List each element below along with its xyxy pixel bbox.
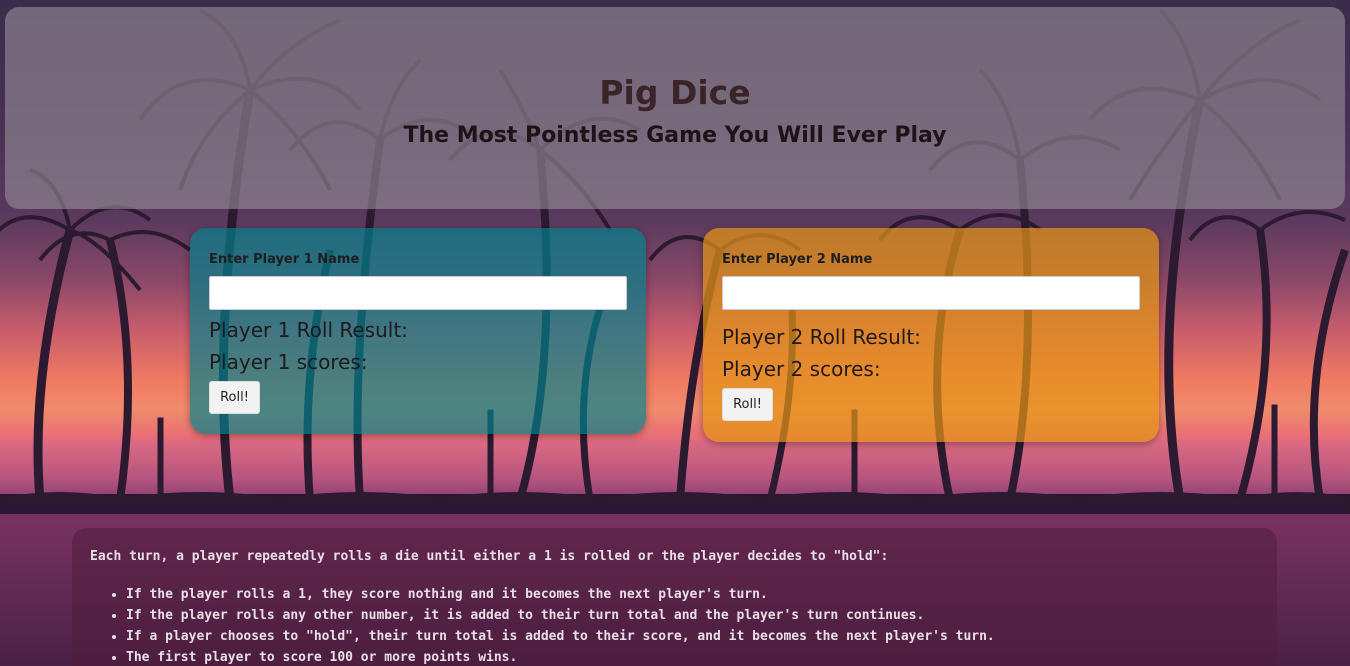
player2-name-label: Enter Player 2 Name	[722, 252, 873, 267]
player2-roll-result: Player 2 Roll Result:	[722, 325, 921, 349]
player2-roll-button[interactable]: Roll!	[722, 388, 773, 421]
rules-list: If the player rolls a 1, they score noth…	[90, 584, 1259, 666]
rules-item: If the player rolls a 1, they score noth…	[126, 584, 1259, 605]
page-subtitle: The Most Pointless Game You Will Ever Pl…	[403, 123, 947, 148]
player1-name-label: Enter Player 1 Name	[209, 252, 360, 267]
player2-panel: Enter Player 2 Name Player 2 Roll Result…	[703, 228, 1159, 442]
player2-scores: Player 2 scores:	[722, 357, 881, 381]
page-title: Pig Dice	[599, 73, 751, 112]
sea	[0, 440, 1350, 510]
player1-panel: Enter Player 1 Name Player 1 Roll Result…	[190, 228, 646, 434]
rules-item: The first player to score 100 or more po…	[126, 647, 1259, 666]
shoreline	[0, 494, 1350, 514]
rules-item: If a player chooses to "hold", their tur…	[126, 626, 1259, 647]
player2-name-input[interactable]	[722, 276, 1140, 310]
rules-intro: Each turn, a player repeatedly rolls a d…	[90, 549, 889, 564]
rules-item: If the player rolls any other number, it…	[126, 605, 1259, 626]
player1-roll-result: Player 1 Roll Result:	[209, 318, 408, 342]
player1-name-input[interactable]	[209, 276, 627, 310]
page-header: Pig Dice The Most Pointless Game You Wil…	[5, 7, 1345, 209]
player1-scores: Player 1 scores:	[209, 350, 368, 374]
rules-panel: Each turn, a player repeatedly rolls a d…	[72, 528, 1277, 666]
player1-roll-button[interactable]: Roll!	[209, 381, 260, 414]
